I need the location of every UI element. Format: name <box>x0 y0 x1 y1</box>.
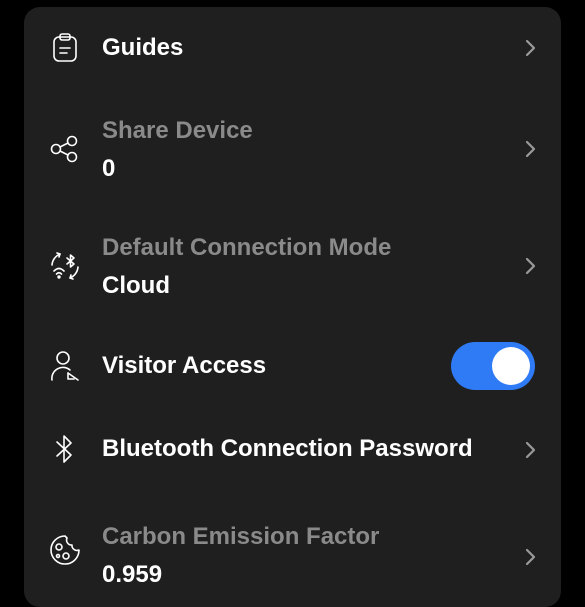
bluetooth-password-label: Bluetooth Connection Password <box>102 435 473 462</box>
share-device-count: 0 <box>102 155 116 182</box>
bluetooth-icon <box>48 432 82 466</box>
chevron-right-icon <box>522 256 538 276</box>
chevron-right-icon <box>522 440 538 460</box>
bluetooth-password-row[interactable]: Bluetooth Connection Password <box>24 410 561 490</box>
visitor-icon <box>48 349 82 383</box>
guides-label: Guides <box>102 34 184 61</box>
visitor-access-row: Visitor Access <box>24 327 561 407</box>
chevron-right-icon <box>522 139 538 159</box>
visitor-access-label: Visitor Access <box>102 352 267 379</box>
share-device-label: Share Device <box>102 117 253 144</box>
connection-mode-value: Cloud <box>102 272 170 299</box>
carbon-factor-row[interactable]: Carbon Emission Factor 0.959 <box>24 503 561 601</box>
connection-mode-label: Default Connection Mode <box>102 234 392 261</box>
connection-mode-row[interactable]: Default Connection Mode Cloud <box>24 218 561 316</box>
guides-row[interactable]: Guides <box>24 7 561 91</box>
share-device-row[interactable]: Share Device 0 <box>24 101 561 199</box>
carbon-factor-label: Carbon Emission Factor <box>102 523 380 550</box>
settings-card: Guides Share Device 0 Default Connection… <box>24 7 561 607</box>
toggle-knob <box>492 347 530 385</box>
chevron-right-icon <box>522 547 538 567</box>
wifi-bluetooth-switch-icon <box>48 249 82 283</box>
clipboard-icon <box>48 31 82 65</box>
visitor-access-toggle[interactable] <box>451 342 535 390</box>
chevron-right-icon <box>522 38 538 58</box>
carbon-icon <box>48 533 82 567</box>
share-icon <box>48 132 82 166</box>
